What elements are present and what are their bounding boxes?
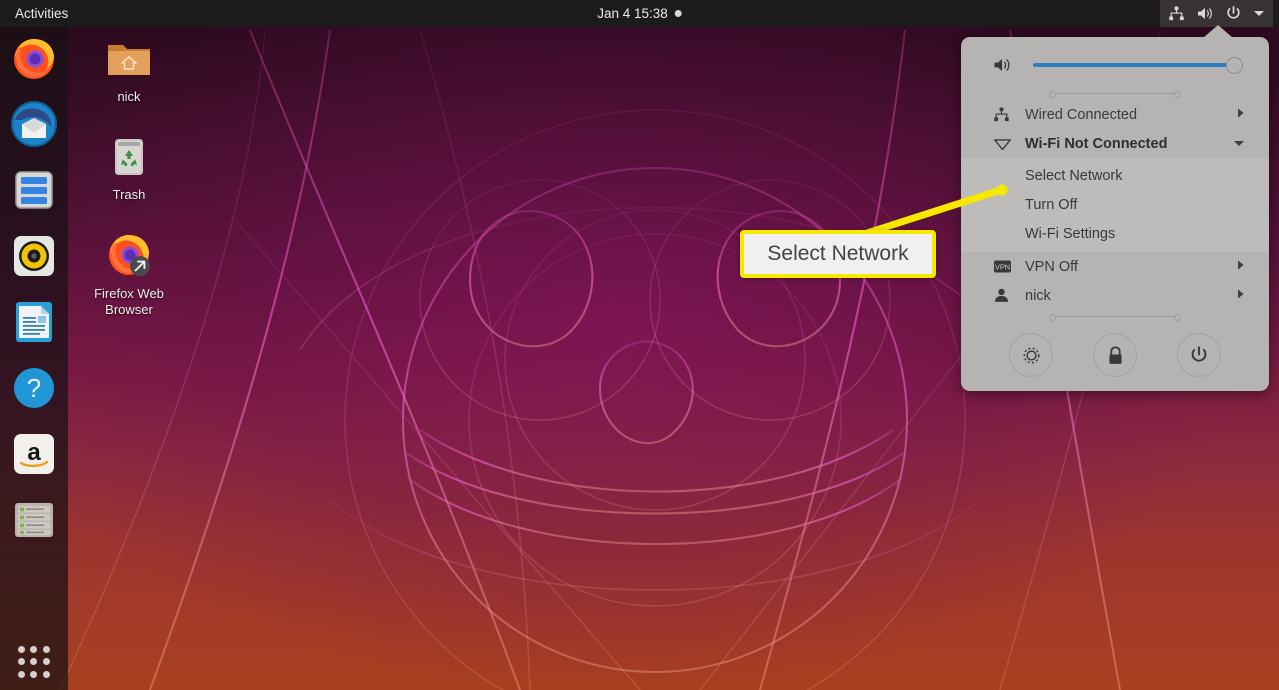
desktop-icon-home-folder[interactable]: nick <box>76 33 182 105</box>
trash-icon <box>104 131 154 181</box>
power-button[interactable] <box>1177 333 1221 377</box>
home-folder-icon <box>104 33 154 83</box>
desktop-icon-trash[interactable]: Trash <box>76 131 182 203</box>
chevron-right-icon <box>1236 259 1245 275</box>
help-icon: ? <box>14 368 54 408</box>
wired-network-icon <box>993 106 1015 123</box>
notification-dot <box>674 10 682 17</box>
show-applications-button[interactable] <box>12 640 56 684</box>
power-icon <box>1227 5 1240 19</box>
grid-dot <box>18 670 25 678</box>
dock: ? a <box>0 27 68 690</box>
menu-row-label: nick <box>1025 287 1051 304</box>
submenu-item-turn-off[interactable]: Turn Off <box>961 190 1269 219</box>
menu-separator <box>1049 314 1181 321</box>
menu-row-wired[interactable]: Wired Connected <box>961 100 1269 129</box>
system-menu-pointer <box>1203 25 1233 38</box>
volume-icon <box>994 59 1010 71</box>
dock-item-files[interactable] <box>10 166 58 214</box>
power-icon <box>1191 346 1207 362</box>
wifi-submenu: Select Network Turn Off Wi-Fi Settings <box>961 158 1269 252</box>
menu-row-vpn[interactable]: VPN VPN Off <box>961 252 1269 281</box>
dock-item-amazon[interactable]: a <box>10 430 58 478</box>
svg-text:a: a <box>27 439 41 466</box>
desktop-icon-label: Trash <box>112 187 146 202</box>
dock-item-firefox[interactable] <box>10 34 58 82</box>
libreoffice-writer-icon <box>16 302 52 342</box>
wired-network-icon <box>1169 6 1184 21</box>
activities-button[interactable]: Activities <box>4 4 77 24</box>
chevron-down-icon <box>1254 11 1264 16</box>
menu-row-label: Wired Connected <box>1025 106 1138 123</box>
firefox-icon <box>14 39 54 79</box>
svg-text:VPN: VPN <box>995 262 1010 271</box>
grid-dot <box>42 658 50 666</box>
thunderbird-icon <box>11 101 57 147</box>
grid-dot <box>42 670 50 678</box>
system-menu-panel: Wired Connected Wi-Fi Not Connected Sele… <box>961 37 1269 391</box>
volume-handle[interactable] <box>1225 56 1243 74</box>
submenu-item-select-network[interactable]: Select Network <box>961 161 1269 190</box>
chevron-down-icon <box>1233 136 1245 152</box>
chevron-right-icon <box>1236 107 1245 123</box>
dock-item-ubuntu-software[interactable] <box>10 496 58 544</box>
grid-dot <box>18 646 25 653</box>
svg-text:?: ? <box>27 373 41 403</box>
grid-dot <box>42 646 50 653</box>
dock-item-libreoffice-writer[interactable] <box>10 298 58 346</box>
menu-row-label: Wi-Fi Not Connected <box>1025 135 1168 152</box>
dock-item-help[interactable]: ? <box>10 364 58 412</box>
grid-dot <box>18 658 25 666</box>
settings-button[interactable] <box>1009 333 1053 377</box>
volume-slider[interactable] <box>1033 56 1243 74</box>
clock-button[interactable]: Jan 4 15:38 <box>589 4 690 23</box>
submenu-item-label: Turn Off <box>1025 196 1078 213</box>
menu-row-user[interactable]: nick <box>961 281 1269 310</box>
firefox-shortcut-icon <box>104 230 154 280</box>
dock-item-thunderbird[interactable] <box>10 100 58 148</box>
submenu-item-wifi-settings[interactable]: Wi-Fi Settings <box>961 219 1269 248</box>
desktop-icon-label: nick <box>117 89 141 104</box>
volume-row <box>961 43 1269 87</box>
system-menu-button[interactable] <box>1160 0 1273 27</box>
callout-label: Select Network <box>767 242 909 265</box>
lock-button[interactable] <box>1093 333 1137 377</box>
amazon-icon: a <box>14 434 54 474</box>
volume-icon <box>1198 7 1212 20</box>
user-icon <box>993 287 1015 304</box>
desktop-icon-label: Firefox Web Browser <box>94 286 164 317</box>
submenu-item-label: Select Network <box>1025 167 1123 184</box>
wifi-icon <box>993 135 1015 152</box>
desktop-icon-firefox-shortcut[interactable]: Firefox Web Browser <box>76 230 182 318</box>
grid-dot <box>30 670 38 678</box>
rhythmbox-icon <box>14 236 54 276</box>
files-icon <box>15 171 53 209</box>
lock-icon <box>1108 345 1122 364</box>
top-bar: Activities Jan 4 15:38 <box>0 0 1279 27</box>
submenu-item-label: Wi-Fi Settings <box>1025 225 1116 242</box>
volume-fill <box>1033 63 1235 67</box>
action-button-row <box>961 323 1269 379</box>
menu-separator <box>1049 91 1181 98</box>
grid-dot <box>30 658 38 666</box>
chevron-right-icon <box>1236 288 1245 304</box>
ubuntu-software-icon <box>15 503 53 537</box>
callout-box: Select Network <box>740 230 936 278</box>
clock-label: Jan 4 15:38 <box>597 6 668 21</box>
vpn-icon: VPN <box>993 259 1015 274</box>
grid-dot <box>30 646 38 653</box>
menu-row-wifi[interactable]: Wi-Fi Not Connected <box>961 129 1269 158</box>
menu-row-label: VPN Off <box>1025 258 1078 275</box>
dock-item-rhythmbox[interactable] <box>10 232 58 280</box>
desktop-screen: Activities Jan 4 15:38 ? a nick Trash Fi… <box>0 0 1279 690</box>
gear-icon <box>1023 347 1039 363</box>
